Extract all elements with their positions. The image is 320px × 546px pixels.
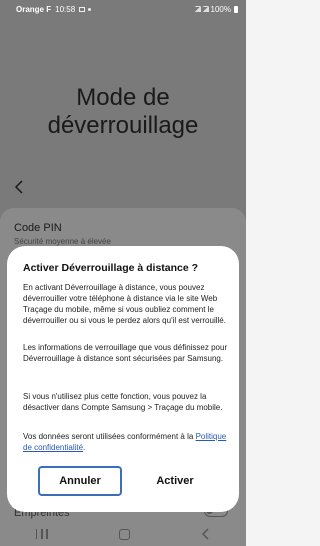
- dialog-title: Activer Déverrouillage à distance ?: [23, 262, 199, 274]
- dialog-paragraph: Vos données seront utilisées conformémen…: [23, 431, 229, 453]
- gallery-icon: [79, 6, 86, 12]
- dialog-paragraph: En activant Déverrouillage à distance, v…: [23, 283, 226, 325]
- status-time: 10:58: [55, 4, 76, 14]
- privacy-period: .: [83, 443, 86, 452]
- signal-icon: [202, 6, 209, 12]
- battery-icon: [234, 5, 238, 13]
- pin-option-title: Code PIN: [14, 222, 62, 234]
- home-icon[interactable]: [119, 528, 131, 540]
- recents-icon[interactable]: [35, 529, 48, 539]
- navigation-bar: [0, 522, 246, 546]
- cancel-button[interactable]: Annuler: [38, 466, 122, 496]
- dialog-paragraph: Si vous n'utilisez plus cette fonction, …: [23, 392, 223, 412]
- status-bar: Orange F 10:58 100%: [0, 0, 246, 18]
- dialog-paragraph: Les informations de verrouillage que vou…: [23, 343, 228, 363]
- remote-unlock-dialog: Activer Déverrouillage à distance ? En a…: [7, 246, 239, 512]
- signal-icon: [194, 6, 201, 12]
- page-title: Mode de déverrouillage: [47, 84, 199, 139]
- activate-button[interactable]: Activer: [133, 466, 217, 496]
- carrier-name: Orange F: [16, 4, 52, 14]
- dot-icon: [88, 7, 92, 11]
- privacy-intro-text: Vos données seront utilisées conformémen…: [23, 432, 194, 441]
- nav-back-icon[interactable]: [202, 528, 210, 540]
- battery-percent: 100%: [210, 4, 231, 14]
- pin-option-subtitle: Sécurité moyenne à élevée: [14, 237, 111, 246]
- back-arrow-icon[interactable]: [14, 180, 26, 194]
